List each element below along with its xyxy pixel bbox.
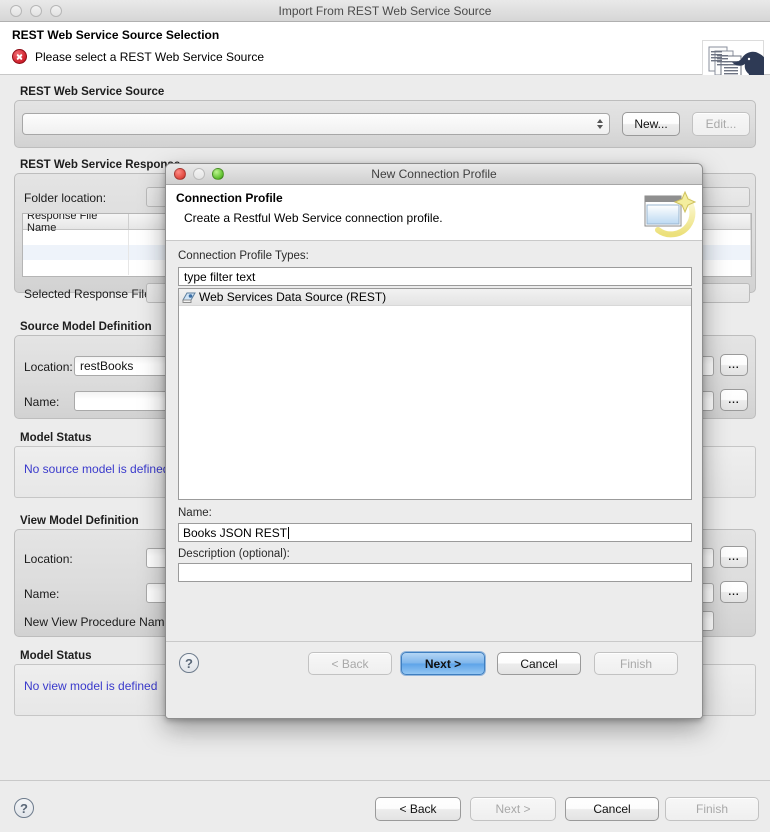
group-label-rest-source: REST Web Service Source <box>20 86 165 98</box>
back-button[interactable]: < Back <box>375 797 461 821</box>
view-name-label: Name: <box>24 587 60 601</box>
status-message: Please select a REST Web Service Source <box>35 49 264 64</box>
cancel-button[interactable]: Cancel <box>565 797 659 821</box>
main-titlebar: Import From REST Web Service Source <box>0 0 770 22</box>
dialog-header-subtitle: Create a Restful Web Service connection … <box>184 211 443 225</box>
column-response-file-name[interactable]: Response File Name <box>23 214 129 234</box>
group-label-view-model-status: Model Status <box>20 650 92 662</box>
rest-source-combo[interactable] <box>22 113 610 135</box>
dialog-title: New Connection Profile <box>371 167 497 181</box>
dialog-back-button: < Back <box>308 652 392 675</box>
main-window-title: Import From REST Web Service Source <box>278 3 492 18</box>
minimize-button-icon[interactable] <box>30 4 42 17</box>
profile-description-label: Description (optional): <box>178 548 290 560</box>
profile-description-input[interactable] <box>178 563 692 582</box>
cell-response-file-name <box>23 260 129 275</box>
dialog-zoom-button-icon[interactable] <box>212 168 224 180</box>
wizard-header: REST Web Service Source Selection Please… <box>0 22 770 94</box>
new-connection-profile-dialog: New Connection Profile Connection Profil… <box>165 163 703 719</box>
dialog-body: Connection Profile Types: type filter te… <box>166 241 702 641</box>
dialog-header: Connection Profile Create a Restful Web … <box>166 185 702 241</box>
dialog-help-question-icon[interactable]: ? <box>179 653 199 673</box>
source-name-browse-button[interactable]: ... <box>720 389 748 411</box>
cell-response-file-name <box>23 230 129 245</box>
dialog-header-title: Connection Profile <box>176 191 283 205</box>
view-name-browse-button[interactable]: ... <box>720 581 748 603</box>
connection-profile-types-list[interactable]: Web Services Data Source (REST) <box>178 288 692 500</box>
zoom-button-icon[interactable] <box>50 4 62 17</box>
new-connection-button[interactable]: New... <box>622 112 680 136</box>
page-title: REST Web Service Source Selection <box>12 28 220 42</box>
view-location-browse-button[interactable]: ... <box>720 546 748 568</box>
selected-response-file-label: Selected Response File: <box>24 287 155 301</box>
profile-name-value: Books JSON REST <box>183 525 288 540</box>
dialog-next-button[interactable]: Next > <box>401 652 485 675</box>
source-name-label: Name: <box>24 395 60 409</box>
source-location-browse-button[interactable]: ... <box>720 354 748 376</box>
close-button-icon[interactable] <box>10 4 22 17</box>
cell-response-file-name <box>23 245 129 260</box>
profile-name-input[interactable]: Books JSON REST <box>178 523 692 542</box>
type-filter-value: type filter text <box>184 269 256 284</box>
dialog-cancel-button[interactable]: Cancel <box>497 652 581 675</box>
new-view-procedure-label: New View Procedure Name: <box>24 615 175 629</box>
wizard-footer: ? < Back Next > Cancel Finish <box>0 780 770 832</box>
updown-arrows-icon <box>597 119 603 129</box>
folder-location-label: Folder location: <box>24 191 107 205</box>
source-model-status-text: No source model is defined <box>24 462 170 476</box>
dialog-traffic-lights <box>174 168 224 180</box>
help-question-icon[interactable]: ? <box>14 798 34 818</box>
traffic-lights <box>10 4 62 17</box>
next-button: Next > <box>470 797 556 821</box>
new-profile-wizard-icon <box>635 190 697 238</box>
import-rest-wizard-window: Import From REST Web Service Source REST… <box>0 0 770 832</box>
profile-name-label: Name: <box>178 507 212 519</box>
dialog-close-button-icon[interactable] <box>174 168 186 180</box>
view-model-status-text: No view model is defined <box>24 679 158 693</box>
dialog-titlebar: New Connection Profile <box>166 164 702 185</box>
group-label-source-model: Source Model Definition <box>20 321 152 333</box>
group-label-source-model-status: Model Status <box>20 432 92 444</box>
error-icon <box>12 49 27 64</box>
connection-profile-types-label: Connection Profile Types: <box>178 250 309 262</box>
edit-connection-button: Edit... <box>692 112 750 136</box>
type-filter-input[interactable]: type filter text <box>178 267 692 286</box>
status-message-row: Please select a REST Web Service Source <box>12 49 264 64</box>
list-item-web-services-data-source-rest[interactable]: Web Services Data Source (REST) <box>179 289 691 306</box>
dialog-footer: ? < Back Next > Cancel Finish <box>166 641 702 718</box>
list-item-label: Web Services Data Source (REST) <box>199 290 387 304</box>
dialog-minimize-button-icon[interactable] <box>193 168 205 180</box>
group-label-rest-response: REST Web Service Response <box>20 159 181 171</box>
view-location-label: Location: <box>24 552 73 566</box>
source-location-label: Location: <box>24 360 73 374</box>
dialog-finish-button: Finish <box>594 652 678 675</box>
finish-button: Finish <box>665 797 759 821</box>
group-label-view-model: View Model Definition <box>20 515 139 527</box>
web-service-icon <box>182 291 196 304</box>
text-caret <box>288 526 290 539</box>
